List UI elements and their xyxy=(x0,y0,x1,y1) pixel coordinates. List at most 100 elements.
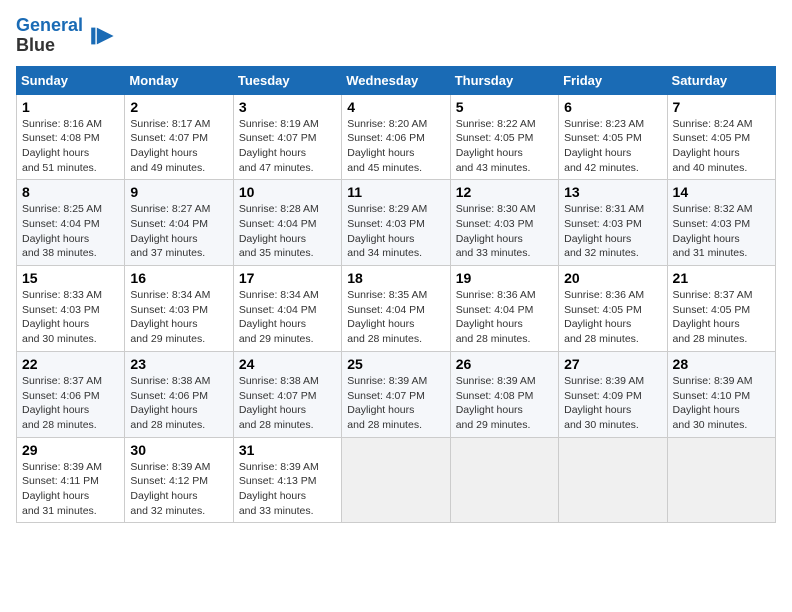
day-number: 1 xyxy=(22,99,119,115)
day-number: 17 xyxy=(239,270,336,286)
weekday-header-sunday: Sunday xyxy=(17,66,125,94)
day-number: 30 xyxy=(130,442,227,458)
day-info: Sunrise: 8:38 AM Sunset: 4:06 PM Dayligh… xyxy=(130,374,227,433)
weekday-header-tuesday: Tuesday xyxy=(233,66,341,94)
weekday-header-row: SundayMondayTuesdayWednesdayThursdayFrid… xyxy=(17,66,776,94)
calendar-week-row: 8 Sunrise: 8:25 AM Sunset: 4:04 PM Dayli… xyxy=(17,180,776,266)
day-info: Sunrise: 8:35 AM Sunset: 4:04 PM Dayligh… xyxy=(347,288,444,347)
day-number: 22 xyxy=(22,356,119,372)
day-number: 23 xyxy=(130,356,227,372)
day-info: Sunrise: 8:38 AM Sunset: 4:07 PM Dayligh… xyxy=(239,374,336,433)
day-number: 6 xyxy=(564,99,661,115)
empty-cell xyxy=(450,437,558,523)
weekday-header-saturday: Saturday xyxy=(667,66,775,94)
day-cell-24: 24 Sunrise: 8:38 AM Sunset: 4:07 PM Dayl… xyxy=(233,351,341,437)
day-number: 20 xyxy=(564,270,661,286)
day-cell-16: 16 Sunrise: 8:34 AM Sunset: 4:03 PM Dayl… xyxy=(125,266,233,352)
day-number: 29 xyxy=(22,442,119,458)
day-cell-8: 8 Sunrise: 8:25 AM Sunset: 4:04 PM Dayli… xyxy=(17,180,125,266)
empty-cell xyxy=(342,437,450,523)
day-cell-11: 11 Sunrise: 8:29 AM Sunset: 4:03 PM Dayl… xyxy=(342,180,450,266)
day-number: 18 xyxy=(347,270,444,286)
day-info: Sunrise: 8:19 AM Sunset: 4:07 PM Dayligh… xyxy=(239,117,336,176)
weekday-header-thursday: Thursday xyxy=(450,66,558,94)
day-cell-19: 19 Sunrise: 8:36 AM Sunset: 4:04 PM Dayl… xyxy=(450,266,558,352)
day-number: 25 xyxy=(347,356,444,372)
day-cell-1: 1 Sunrise: 8:16 AM Sunset: 4:08 PM Dayli… xyxy=(17,94,125,180)
day-number: 4 xyxy=(347,99,444,115)
day-number: 31 xyxy=(239,442,336,458)
day-number: 11 xyxy=(347,184,444,200)
day-number: 26 xyxy=(456,356,553,372)
day-cell-28: 28 Sunrise: 8:39 AM Sunset: 4:10 PM Dayl… xyxy=(667,351,775,437)
day-cell-3: 3 Sunrise: 8:19 AM Sunset: 4:07 PM Dayli… xyxy=(233,94,341,180)
day-cell-26: 26 Sunrise: 8:39 AM Sunset: 4:08 PM Dayl… xyxy=(450,351,558,437)
day-cell-7: 7 Sunrise: 8:24 AM Sunset: 4:05 PM Dayli… xyxy=(667,94,775,180)
day-cell-2: 2 Sunrise: 8:17 AM Sunset: 4:07 PM Dayli… xyxy=(125,94,233,180)
empty-cell xyxy=(667,437,775,523)
day-cell-25: 25 Sunrise: 8:39 AM Sunset: 4:07 PM Dayl… xyxy=(342,351,450,437)
day-cell-12: 12 Sunrise: 8:30 AM Sunset: 4:03 PM Dayl… xyxy=(450,180,558,266)
day-info: Sunrise: 8:17 AM Sunset: 4:07 PM Dayligh… xyxy=(130,117,227,176)
calendar-week-row: 1 Sunrise: 8:16 AM Sunset: 4:08 PM Dayli… xyxy=(17,94,776,180)
day-number: 3 xyxy=(239,99,336,115)
day-cell-5: 5 Sunrise: 8:22 AM Sunset: 4:05 PM Dayli… xyxy=(450,94,558,180)
weekday-header-wednesday: Wednesday xyxy=(342,66,450,94)
day-info: Sunrise: 8:16 AM Sunset: 4:08 PM Dayligh… xyxy=(22,117,119,176)
day-number: 28 xyxy=(673,356,770,372)
day-number: 14 xyxy=(673,184,770,200)
day-info: Sunrise: 8:39 AM Sunset: 4:12 PM Dayligh… xyxy=(130,460,227,519)
day-info: Sunrise: 8:39 AM Sunset: 4:07 PM Dayligh… xyxy=(347,374,444,433)
weekday-header-friday: Friday xyxy=(559,66,667,94)
day-info: Sunrise: 8:31 AM Sunset: 4:03 PM Dayligh… xyxy=(564,202,661,261)
day-cell-21: 21 Sunrise: 8:37 AM Sunset: 4:05 PM Dayl… xyxy=(667,266,775,352)
day-cell-29: 29 Sunrise: 8:39 AM Sunset: 4:11 PM Dayl… xyxy=(17,437,125,523)
day-number: 21 xyxy=(673,270,770,286)
day-number: 27 xyxy=(564,356,661,372)
calendar-week-row: 15 Sunrise: 8:33 AM Sunset: 4:03 PM Dayl… xyxy=(17,266,776,352)
day-info: Sunrise: 8:27 AM Sunset: 4:04 PM Dayligh… xyxy=(130,202,227,261)
day-number: 9 xyxy=(130,184,227,200)
day-info: Sunrise: 8:28 AM Sunset: 4:04 PM Dayligh… xyxy=(239,202,336,261)
day-cell-14: 14 Sunrise: 8:32 AM Sunset: 4:03 PM Dayl… xyxy=(667,180,775,266)
day-cell-22: 22 Sunrise: 8:37 AM Sunset: 4:06 PM Dayl… xyxy=(17,351,125,437)
day-info: Sunrise: 8:39 AM Sunset: 4:13 PM Dayligh… xyxy=(239,460,336,519)
day-cell-30: 30 Sunrise: 8:39 AM Sunset: 4:12 PM Dayl… xyxy=(125,437,233,523)
empty-cell xyxy=(559,437,667,523)
header: GeneralBlue xyxy=(16,16,776,56)
day-info: Sunrise: 8:39 AM Sunset: 4:11 PM Dayligh… xyxy=(22,460,119,519)
day-info: Sunrise: 8:33 AM Sunset: 4:03 PM Dayligh… xyxy=(22,288,119,347)
day-cell-17: 17 Sunrise: 8:34 AM Sunset: 4:04 PM Dayl… xyxy=(233,266,341,352)
day-info: Sunrise: 8:39 AM Sunset: 4:10 PM Dayligh… xyxy=(673,374,770,433)
day-cell-9: 9 Sunrise: 8:27 AM Sunset: 4:04 PM Dayli… xyxy=(125,180,233,266)
logo-icon xyxy=(87,22,115,50)
day-info: Sunrise: 8:24 AM Sunset: 4:05 PM Dayligh… xyxy=(673,117,770,176)
day-number: 8 xyxy=(22,184,119,200)
day-cell-31: 31 Sunrise: 8:39 AM Sunset: 4:13 PM Dayl… xyxy=(233,437,341,523)
day-info: Sunrise: 8:30 AM Sunset: 4:03 PM Dayligh… xyxy=(456,202,553,261)
day-info: Sunrise: 8:29 AM Sunset: 4:03 PM Dayligh… xyxy=(347,202,444,261)
day-info: Sunrise: 8:20 AM Sunset: 4:06 PM Dayligh… xyxy=(347,117,444,176)
day-info: Sunrise: 8:39 AM Sunset: 4:09 PM Dayligh… xyxy=(564,374,661,433)
day-info: Sunrise: 8:22 AM Sunset: 4:05 PM Dayligh… xyxy=(456,117,553,176)
day-info: Sunrise: 8:36 AM Sunset: 4:05 PM Dayligh… xyxy=(564,288,661,347)
day-cell-4: 4 Sunrise: 8:20 AM Sunset: 4:06 PM Dayli… xyxy=(342,94,450,180)
calendar-body: 1 Sunrise: 8:16 AM Sunset: 4:08 PM Dayli… xyxy=(17,94,776,523)
day-number: 10 xyxy=(239,184,336,200)
day-info: Sunrise: 8:25 AM Sunset: 4:04 PM Dayligh… xyxy=(22,202,119,261)
day-number: 15 xyxy=(22,270,119,286)
day-cell-13: 13 Sunrise: 8:31 AM Sunset: 4:03 PM Dayl… xyxy=(559,180,667,266)
day-info: Sunrise: 8:36 AM Sunset: 4:04 PM Dayligh… xyxy=(456,288,553,347)
day-cell-27: 27 Sunrise: 8:39 AM Sunset: 4:09 PM Dayl… xyxy=(559,351,667,437)
calendar-table: SundayMondayTuesdayWednesdayThursdayFrid… xyxy=(16,66,776,524)
day-number: 5 xyxy=(456,99,553,115)
day-info: Sunrise: 8:34 AM Sunset: 4:03 PM Dayligh… xyxy=(130,288,227,347)
day-number: 7 xyxy=(673,99,770,115)
day-cell-18: 18 Sunrise: 8:35 AM Sunset: 4:04 PM Dayl… xyxy=(342,266,450,352)
day-info: Sunrise: 8:34 AM Sunset: 4:04 PM Dayligh… xyxy=(239,288,336,347)
day-number: 24 xyxy=(239,356,336,372)
day-info: Sunrise: 8:37 AM Sunset: 4:05 PM Dayligh… xyxy=(673,288,770,347)
day-info: Sunrise: 8:37 AM Sunset: 4:06 PM Dayligh… xyxy=(22,374,119,433)
day-cell-15: 15 Sunrise: 8:33 AM Sunset: 4:03 PM Dayl… xyxy=(17,266,125,352)
day-cell-6: 6 Sunrise: 8:23 AM Sunset: 4:05 PM Dayli… xyxy=(559,94,667,180)
